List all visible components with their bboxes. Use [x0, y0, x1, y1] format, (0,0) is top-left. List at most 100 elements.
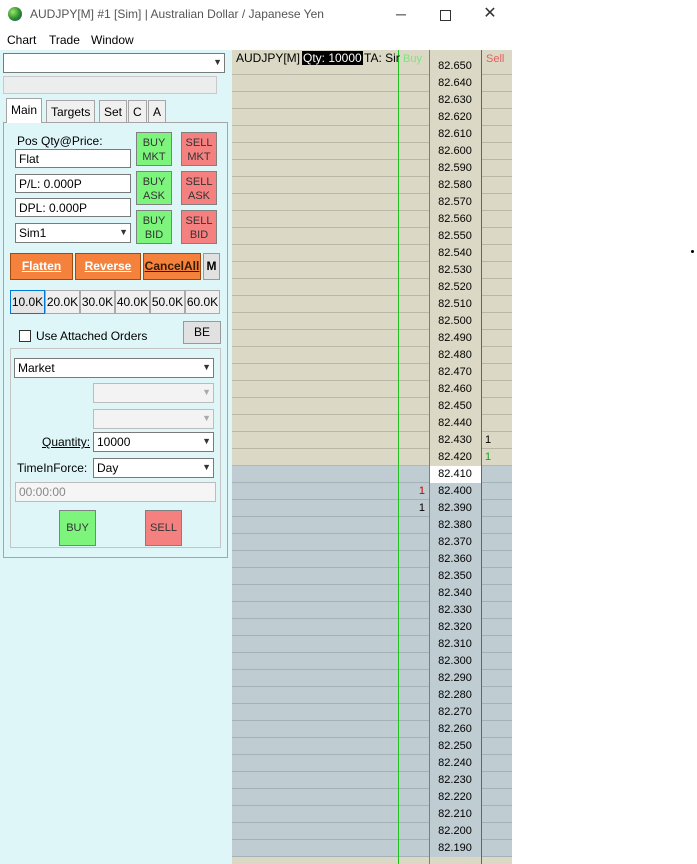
- tab-set[interactable]: Set: [99, 100, 128, 122]
- price-cell[interactable]: 82.560: [429, 211, 481, 228]
- price-cell[interactable]: 82.410: [429, 466, 481, 483]
- price-cell[interactable]: 82.540: [429, 245, 481, 262]
- qty-preset-10k[interactable]: 10.0K: [10, 290, 45, 314]
- order-type-select[interactable]: Market ▼: [14, 358, 214, 378]
- price-cell[interactable]: 82.360: [429, 551, 481, 568]
- price-cell[interactable]: 82.390: [429, 500, 481, 517]
- price-cell[interactable]: 82.500: [429, 313, 481, 330]
- price-cell[interactable]: 82.520: [429, 279, 481, 296]
- ladder-row[interactable]: 82.470: [232, 364, 512, 381]
- price-cell[interactable]: 82.340: [429, 585, 481, 602]
- symbol-combo[interactable]: ▼: [3, 53, 225, 73]
- price-cell[interactable]: 82.600: [429, 143, 481, 160]
- qty-preset-30k[interactable]: 30.0K: [80, 290, 115, 314]
- price-cell[interactable]: 82.460: [429, 381, 481, 398]
- price-cell[interactable]: 82.490: [429, 330, 481, 347]
- price-cell[interactable]: 82.380: [429, 517, 481, 534]
- bid-size-cell[interactable]: 1: [402, 500, 425, 517]
- menu-chart[interactable]: Chart: [7, 33, 36, 47]
- ladder-row[interactable]: 82.250: [232, 738, 512, 755]
- account-select[interactable]: Sim1 ▼: [15, 223, 131, 243]
- ladder-row[interactable]: 82.420 1: [232, 449, 512, 466]
- ladder-row[interactable]: 82.190: [232, 840, 512, 857]
- buy-button[interactable]: BUY: [59, 510, 96, 546]
- price-cell[interactable]: 82.420: [429, 449, 481, 466]
- price-cell[interactable]: 82.400: [429, 483, 481, 500]
- price-cell[interactable]: 82.280: [429, 687, 481, 704]
- ladder-qty[interactable]: Qty: 10000: [302, 51, 363, 65]
- ladder-row[interactable]: 82.460: [232, 381, 512, 398]
- ladder-row[interactable]: 82.530: [232, 262, 512, 279]
- buy-bid-button[interactable]: BUY BID: [136, 210, 172, 244]
- price-cell[interactable]: 82.320: [429, 619, 481, 636]
- ladder-row[interactable]: 82.630: [232, 92, 512, 109]
- price-cell[interactable]: 82.470: [429, 364, 481, 381]
- price-cell[interactable]: 82.200: [429, 823, 481, 840]
- price-cell[interactable]: 82.350: [429, 568, 481, 585]
- ladder-row[interactable]: 82.620: [232, 109, 512, 126]
- price-cell[interactable]: 82.580: [429, 177, 481, 194]
- ladder-row[interactable]: 82.240: [232, 755, 512, 772]
- ladder-row[interactable]: 82.340: [232, 585, 512, 602]
- menu-trade[interactable]: Trade: [49, 33, 80, 47]
- price-cell[interactable]: 82.640: [429, 75, 481, 92]
- ask-size-cell[interactable]: 1: [485, 449, 507, 466]
- ladder-row[interactable]: 82.590: [232, 160, 512, 177]
- ladder-row[interactable]: 82.390 1: [232, 500, 512, 517]
- time-field[interactable]: 00:00:00: [15, 482, 216, 502]
- ladder-row[interactable]: 82.260: [232, 721, 512, 738]
- ladder-row[interactable]: 82.550: [232, 228, 512, 245]
- price-cell[interactable]: 82.310: [429, 636, 481, 653]
- ladder-row[interactable]: 82.610: [232, 126, 512, 143]
- ladder-row[interactable]: 82.310: [232, 636, 512, 653]
- ladder-row[interactable]: 82.450: [232, 398, 512, 415]
- reverse-button[interactable]: Reverse: [75, 253, 141, 280]
- price-cell[interactable]: 82.450: [429, 398, 481, 415]
- qty-preset-20k[interactable]: 20.0K: [45, 290, 80, 314]
- limit-price-select[interactable]: ▼: [93, 383, 214, 403]
- ladder-row[interactable]: 82.570: [232, 194, 512, 211]
- tab-a[interactable]: A: [148, 100, 167, 122]
- price-cell[interactable]: 82.270: [429, 704, 481, 721]
- sell-bid-button[interactable]: SELL BID: [181, 210, 217, 244]
- quantity-select[interactable]: 10000 ▼: [93, 432, 214, 452]
- price-cell[interactable]: 82.300: [429, 653, 481, 670]
- m-button[interactable]: M: [203, 253, 220, 280]
- price-cell[interactable]: 82.240: [429, 755, 481, 772]
- ladder-row[interactable]: 82.520: [232, 279, 512, 296]
- price-cell[interactable]: 82.480: [429, 347, 481, 364]
- price-cell[interactable]: 82.290: [429, 670, 481, 687]
- ladder-row[interactable]: 82.410: [232, 466, 512, 483]
- ladder-row[interactable]: 82.640: [232, 75, 512, 92]
- title-bar[interactable]: AUDJPY[M] #1 [Sim] | Australian Dollar /…: [0, 0, 512, 29]
- price-cell[interactable]: 82.250: [429, 738, 481, 755]
- qty-preset-60k[interactable]: 60.0K: [185, 290, 220, 314]
- ladder-row[interactable]: 82.230: [232, 772, 512, 789]
- qty-preset-50k[interactable]: 50.0K: [150, 290, 185, 314]
- bid-size-cell[interactable]: 1: [402, 483, 425, 500]
- ladder-row[interactable]: 82.360: [232, 551, 512, 568]
- price-cell[interactable]: 82.630: [429, 92, 481, 109]
- ladder-row[interactable]: 82.320: [232, 619, 512, 636]
- ladder-row[interactable]: 82.560: [232, 211, 512, 228]
- ask-size-cell[interactable]: 1: [485, 432, 507, 449]
- price-cell[interactable]: 82.220: [429, 789, 481, 806]
- price-cell[interactable]: 82.210: [429, 806, 481, 823]
- ladder-row[interactable]: 82.300: [232, 653, 512, 670]
- ladder-row[interactable]: 82.290: [232, 670, 512, 687]
- buy-mkt-button[interactable]: BUY MKT: [136, 132, 172, 166]
- ladder-row[interactable]: 82.580: [232, 177, 512, 194]
- ladder-row[interactable]: 82.400 1: [232, 483, 512, 500]
- ladder-row[interactable]: 82.210: [232, 806, 512, 823]
- stop-price-select[interactable]: ▼: [93, 409, 214, 429]
- sell-mkt-button[interactable]: SELL MKT: [181, 132, 217, 166]
- qty-preset-40k[interactable]: 40.0K: [115, 290, 150, 314]
- ladder-row[interactable]: 82.510: [232, 296, 512, 313]
- price-cell[interactable]: 82.190: [429, 840, 481, 857]
- minimize-button[interactable]: ─: [386, 4, 416, 24]
- price-cell[interactable]: 82.260: [429, 721, 481, 738]
- be-button[interactable]: BE: [183, 321, 221, 344]
- ladder-row[interactable]: 82.430 1: [232, 432, 512, 449]
- tab-main[interactable]: Main: [6, 98, 43, 123]
- cancel-all-button[interactable]: CancelAll: [143, 253, 201, 280]
